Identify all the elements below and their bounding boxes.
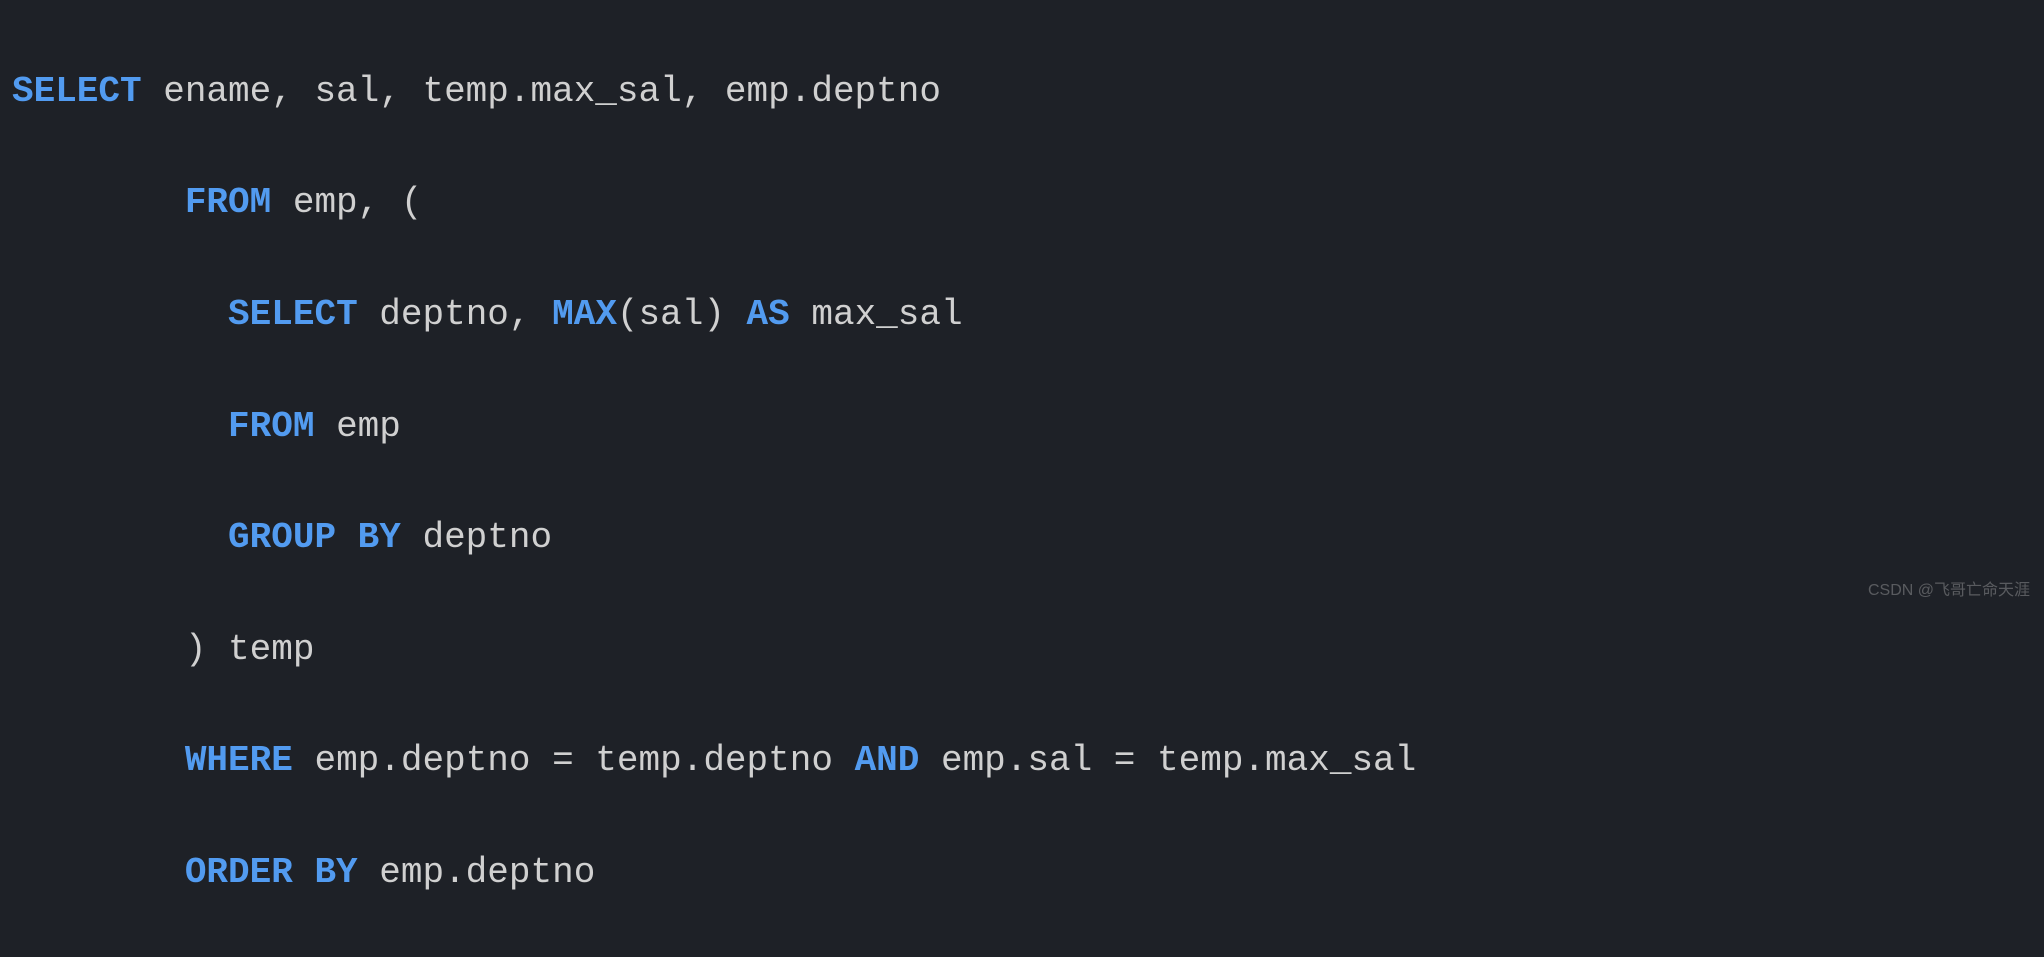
code-line-8: ORDER BY emp.deptno [0, 845, 2044, 901]
select-columns: ename, sal, temp.max_sal, emp.deptno [142, 71, 941, 112]
code-line-3: SELECT deptno, MAX(sal) AS max_sal [0, 287, 2044, 343]
code-line-7: WHERE emp.deptno = temp.deptno AND emp.s… [0, 733, 2044, 789]
keyword-from: FROM [185, 182, 271, 223]
watermark-text: CSDN @飞哥亡命天涯 [1868, 579, 2030, 604]
code-line-1: SELECT ename, sal, temp.max_sal, emp.dep… [0, 64, 2044, 120]
code-line-4: FROM emp [0, 399, 2044, 455]
sql-code-block: SELECT ename, sal, temp.max_sal, emp.dep… [0, 8, 2044, 957]
keyword-select-inner: SELECT [228, 294, 358, 335]
keyword-group-by: GROUP BY [228, 517, 401, 558]
keyword-as: AS [747, 294, 790, 335]
from-tables: emp, ( [271, 182, 422, 223]
keyword-select: SELECT [12, 71, 142, 112]
function-max: MAX [552, 294, 617, 335]
subquery-close: ) temp [185, 629, 315, 670]
code-line-5: GROUP BY deptno [0, 510, 2044, 566]
keyword-order-by: ORDER BY [185, 852, 358, 893]
keyword-and: AND [855, 740, 920, 781]
keyword-where: WHERE [185, 740, 293, 781]
keyword-from-inner: FROM [228, 406, 314, 447]
code-line-6: ) temp [0, 622, 2044, 678]
code-line-2: FROM emp, ( [0, 175, 2044, 231]
